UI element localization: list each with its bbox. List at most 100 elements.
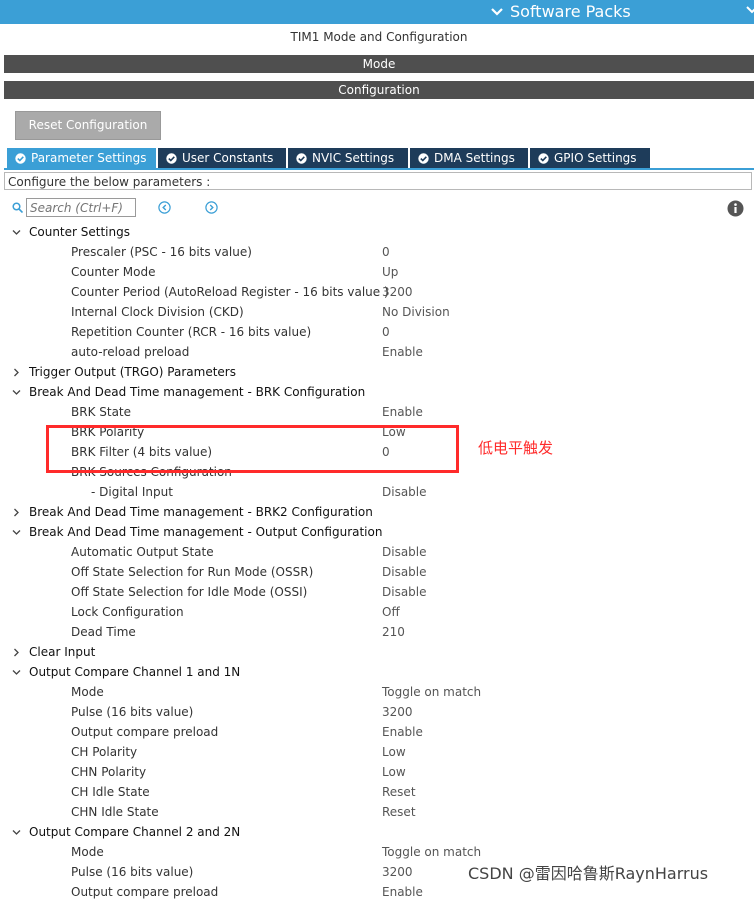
chevron-down-icon[interactable] (12, 668, 21, 677)
parameter-row[interactable]: Mode Toggle on match (4, 842, 754, 862)
info-icon[interactable] (727, 200, 744, 217)
row-value[interactable]: Toggle on match (382, 842, 481, 862)
parameter-row[interactable]: CH Idle State Reset (4, 782, 754, 802)
previous-result-icon[interactable] (158, 201, 171, 214)
tab-underline (4, 168, 754, 170)
row-value[interactable]: Low (382, 742, 406, 762)
row-value[interactable]: 0 (382, 242, 390, 262)
row-value[interactable]: Disable (382, 482, 427, 502)
row-value[interactable]: Up (382, 262, 398, 282)
row-label: Counter Period (AutoReload Register - 16… (71, 285, 389, 299)
parameter-row[interactable]: Output compare preload Enable (4, 882, 754, 902)
row-label: Trigger Output (TRGO) Parameters (29, 365, 236, 379)
row-value[interactable]: Disable (382, 542, 427, 562)
tab-user-constants[interactable]: User Constants (158, 148, 286, 168)
row-value[interactable]: 3200 (382, 702, 413, 722)
parameter-row[interactable]: Off State Selection for Idle Mode (OSSI)… (4, 582, 754, 602)
row-value[interactable]: Disable (382, 562, 427, 582)
parameter-row[interactable]: BRK State Enable (4, 402, 754, 422)
parameter-row[interactable]: Automatic Output State Disable (4, 542, 754, 562)
panel-title: TIM1 Mode and Configuration (290, 30, 468, 44)
tree-group-row[interactable]: Break And Dead Time management - BRK2 Co… (4, 502, 754, 522)
tree-group-row[interactable]: Clear Input (4, 642, 754, 662)
parameter-row[interactable]: Off State Selection for Run Mode (OSSR) D… (4, 562, 754, 582)
tab-label: NVIC Settings (312, 151, 395, 165)
row-value[interactable]: Enable (382, 402, 423, 422)
mode-configuration-panel: TIM1 Mode and Configuration Mode Configu… (4, 24, 754, 899)
parameter-row[interactable]: Dead Time 210 (4, 622, 754, 642)
parameter-row[interactable]: CH Polarity Low (4, 742, 754, 762)
row-label: Pulse (16 bits value) (71, 865, 194, 879)
reset-configuration-button[interactable]: Reset Configuration (15, 111, 161, 140)
search-icon (12, 202, 23, 213)
chevron-down-icon[interactable] (12, 228, 21, 237)
parameter-row[interactable]: Mode Toggle on match (4, 682, 754, 702)
row-label: CH Idle State (71, 785, 150, 799)
chevron-down-icon[interactable] (12, 828, 21, 837)
row-value[interactable]: 3200 (382, 862, 413, 882)
row-value[interactable]: 210 (382, 622, 405, 642)
configuration-section-bar[interactable]: Configuration (4, 81, 754, 99)
tree-group-row[interactable]: Counter Settings (4, 222, 754, 242)
row-value[interactable]: Disable (382, 582, 427, 602)
tree-group-row[interactable]: Trigger Output (TRGO) Parameters (4, 362, 754, 382)
row-label: BRK State (71, 405, 132, 419)
parameter-row[interactable]: CHN Polarity Low (4, 762, 754, 782)
row-label: Break And Dead Time management - BRK Con… (29, 385, 366, 399)
tree-group-row[interactable]: Output Compare Channel 2 and 2N (4, 822, 754, 842)
next-result-icon[interactable] (205, 201, 218, 214)
parameter-row[interactable]: - Digital Input Disable (4, 482, 754, 502)
search-input[interactable] (26, 198, 136, 217)
tree-group-row[interactable]: Output Compare Channel 1 and 1N (4, 662, 754, 682)
parameter-row[interactable]: Pulse (16 bits value) 3200 (4, 702, 754, 722)
parameter-row[interactable]: Repetition Counter (RCR - 16 bits value)… (4, 322, 754, 342)
row-value[interactable]: Reset (382, 802, 416, 822)
parameter-row[interactable]: Output compare preload Enable (4, 722, 754, 742)
row-value[interactable]: Off (382, 602, 400, 622)
parameter-row[interactable]: CHN Idle State Reset (4, 802, 754, 822)
row-label: Counter Mode (71, 265, 156, 279)
tab-dma-settings[interactable]: DMA Settings (410, 148, 528, 168)
chevron-down-icon (491, 7, 503, 16)
settings-tabs: Parameter Settings User Constants NVIC Set… (7, 148, 652, 168)
row-label: Lock Configuration (71, 605, 184, 619)
mode-section-bar[interactable]: Mode (4, 55, 754, 73)
parameter-row[interactable]: auto-reload preload Enable (4, 342, 754, 362)
row-label: CH Polarity (71, 745, 138, 759)
parameter-row[interactable]: Counter Period (AutoReload Register - 16… (4, 282, 754, 302)
parameter-row[interactable]: Counter Mode Up (4, 262, 754, 282)
row-label: Prescaler (PSC - 16 bits value) (71, 245, 252, 259)
row-label: Mode (71, 845, 104, 859)
row-value[interactable]: No Division (382, 302, 450, 322)
tab-gpio-settings[interactable]: GPIO Settings (530, 148, 650, 168)
row-value[interactable]: Reset (382, 782, 416, 802)
row-label: Pulse (16 bits value) (71, 705, 194, 719)
chevron-right-icon[interactable] (12, 368, 21, 377)
row-label: Output compare preload (71, 885, 219, 899)
row-value[interactable]: Toggle on match (382, 682, 481, 702)
tree-group-row[interactable]: Break And Dead Time management - BRK Con… (4, 382, 754, 402)
tab-nvic-settings[interactable]: NVIC Settings (288, 148, 408, 168)
row-label: Automatic Output State (71, 545, 214, 559)
row-label: Break And Dead Time management - Output … (29, 525, 383, 539)
parameter-row[interactable]: Lock Configuration Off (4, 602, 754, 622)
chevron-right-icon[interactable] (12, 508, 21, 517)
tab-parameter-settings[interactable]: Parameter Settings (7, 148, 156, 168)
parameter-row[interactable]: Prescaler (PSC - 16 bits value) 0 (4, 242, 754, 262)
tree-group-row[interactable]: Break And Dead Time management - Output … (4, 522, 754, 542)
chevron-down-icon[interactable] (12, 388, 21, 397)
chevron-right-icon[interactable] (12, 648, 21, 657)
row-label: Output Compare Channel 2 and 2N (29, 825, 241, 839)
row-label: Output Compare Channel 1 and 1N (29, 665, 241, 679)
chevron-down-icon[interactable] (746, 4, 754, 16)
row-value[interactable]: 0 (382, 322, 390, 342)
row-value[interactable]: Low (382, 762, 406, 782)
parameter-row[interactable]: Internal Clock Division (CKD) No Division (4, 302, 754, 322)
row-value[interactable]: Enable (382, 882, 423, 902)
row-value[interactable]: Enable (382, 722, 423, 742)
software-packs-menu[interactable]: Software Packs (490, 2, 631, 21)
row-value[interactable]: Enable (382, 342, 423, 362)
chevron-down-icon[interactable] (12, 528, 21, 537)
row-value[interactable]: 3200 (382, 282, 413, 302)
check-circle-icon (15, 152, 26, 164)
